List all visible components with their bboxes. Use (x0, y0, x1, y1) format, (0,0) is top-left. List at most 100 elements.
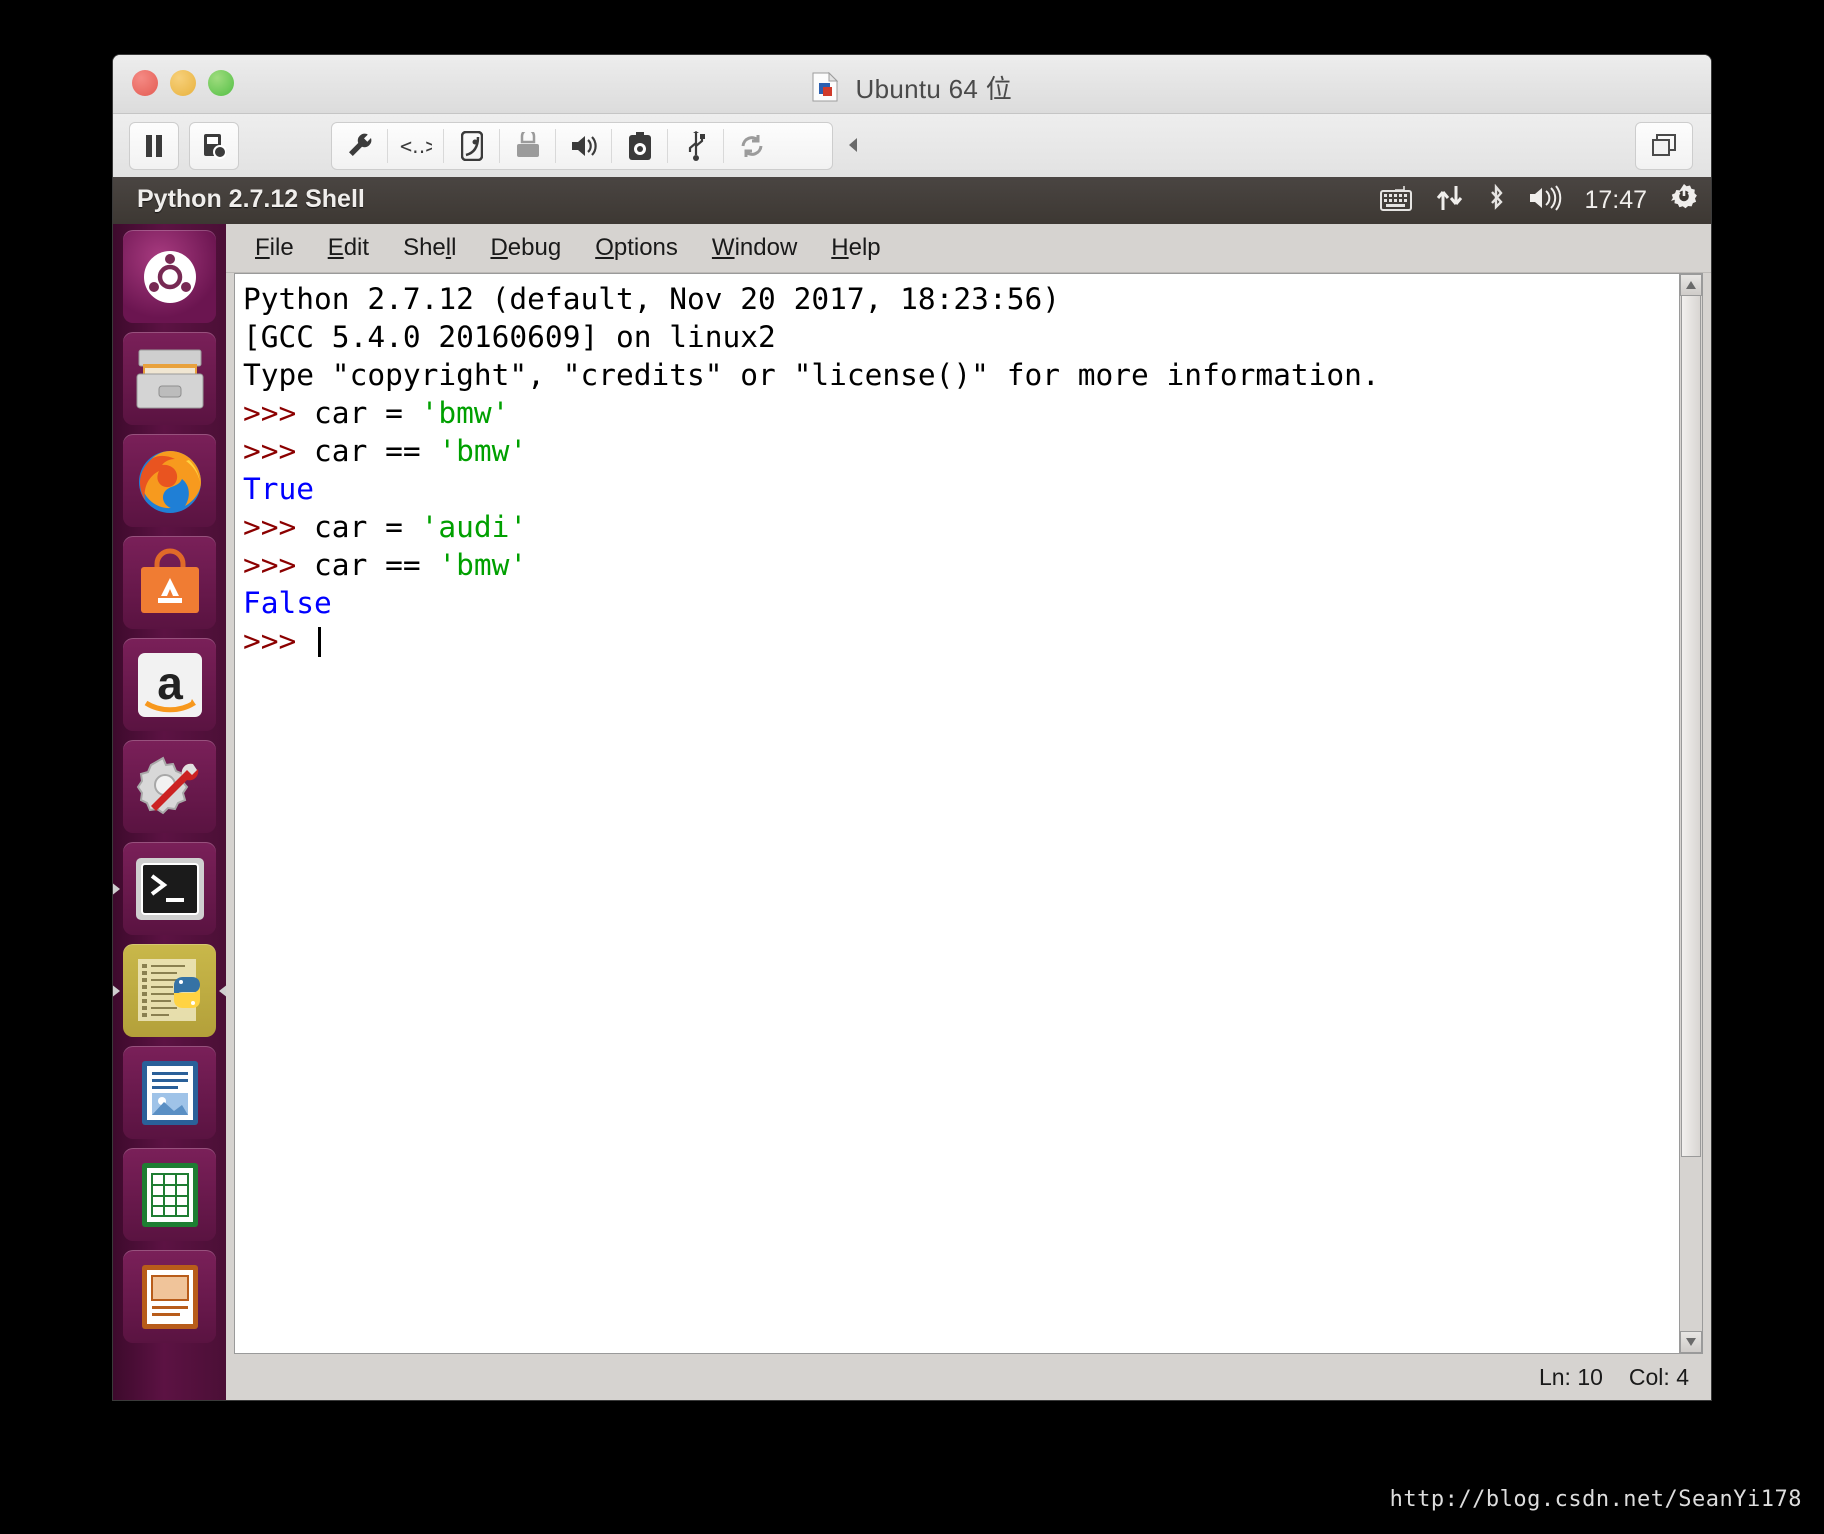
shell-span-string: 'bmw' (438, 434, 528, 468)
bluetooth-icon[interactable] (1486, 183, 1506, 217)
sidebar-item-idle-python[interactable] (113, 944, 228, 1037)
shell-span-plain: [GCC 5.4.0 20160609] on linux2 (243, 320, 776, 354)
ubuntu-guest-screen: Python 2.7.12 Shell 17:47 a File Edit Sh… (113, 177, 1711, 1400)
software-bag-icon (140, 548, 199, 613)
shell-line: >>> car = 'audi' (243, 508, 1681, 546)
menu-item-options[interactable]: Options (584, 230, 689, 266)
amazon-a-icon: a (137, 652, 202, 717)
panel-clock[interactable]: 17:47 (1584, 186, 1647, 215)
idle-status-bar: Ln: 10 Col: 4 (226, 1354, 1711, 1400)
sidebar-item-firefox[interactable] (123, 434, 216, 527)
vm-document-icon (812, 71, 839, 109)
shell-span-string: 'audi' (420, 510, 528, 544)
shell-span-prompt: >>> (243, 434, 315, 468)
scroll-down-arrow-icon[interactable] (1680, 1331, 1702, 1353)
watermark-text: http://blog.csdn.net/SeanYi178 (1389, 1487, 1802, 1512)
svg-text:a: a (157, 657, 183, 709)
python-idle-icon (137, 958, 200, 1021)
file-cabinet-icon (136, 349, 203, 408)
menu-item-edit[interactable]: Edit (317, 230, 380, 266)
text-cursor (318, 627, 322, 657)
camera-icon[interactable] (612, 131, 667, 161)
sidebar-item-amazon[interactable]: a (123, 638, 216, 731)
shell-line: Type "copyright", "credits" or "license(… (243, 356, 1681, 394)
vm-title-text: Ubuntu 64 位 (855, 74, 1013, 104)
shell-line: >>> car == 'bmw' (243, 546, 1681, 584)
panel-window-title: Python 2.7.12 Shell (137, 185, 365, 213)
scrollbar-thumb[interactable] (1681, 295, 1701, 1157)
sidebar-item-libreoffice-writer[interactable] (123, 1046, 216, 1139)
shell-line: True (243, 470, 1681, 508)
ubuntu-logo-icon (143, 250, 196, 303)
menu-item-window[interactable]: Window (701, 230, 808, 266)
gear-wrench-icon (136, 756, 198, 814)
impress-doc-icon (141, 1264, 198, 1329)
snapshot-icon[interactable] (189, 122, 239, 170)
vertical-scrollbar[interactable] (1679, 273, 1703, 1354)
harddisk-icon[interactable] (444, 131, 499, 161)
shell-line: [GCC 5.4.0 20160609] on linux2 (243, 318, 1681, 356)
shell-span-prompt: >>> (243, 624, 315, 658)
pause-icon[interactable] (129, 122, 179, 170)
status-column-number: Col: 4 (1628, 1363, 1689, 1390)
sidebar-item-ubuntu-dash[interactable] (123, 230, 216, 323)
sidebar-item-libreoffice-impress[interactable] (123, 1250, 216, 1343)
shell-line: False (243, 584, 1681, 622)
sidebar-item-libreoffice-calc[interactable] (123, 1148, 216, 1241)
sync-icon[interactable] (724, 132, 779, 160)
shell-span-keyword: True (243, 472, 315, 506)
scroll-up-arrow-icon[interactable] (1680, 274, 1702, 296)
usb-icon[interactable] (668, 131, 723, 161)
volume-icon[interactable] (1528, 185, 1562, 216)
shell-span-plain: Type "copyright", "credits" or "license(… (243, 358, 1380, 392)
sound-icon[interactable] (556, 132, 611, 160)
network-icon[interactable]: <‥> (388, 133, 443, 159)
printer-icon[interactable] (500, 132, 555, 160)
shell-span-string: 'bmw' (438, 548, 528, 582)
shell-span-prompt: >>> (243, 396, 315, 430)
unity-view-icon[interactable] (1635, 122, 1693, 170)
shell-line: Python 2.7.12 (default, Nov 20 2017, 18:… (243, 280, 1681, 318)
vmware-device-toolbar: <‥> (331, 122, 833, 170)
shell-span-prompt: >>> (243, 510, 315, 544)
calc-doc-icon (141, 1162, 198, 1227)
sidebar-item-terminal[interactable] (113, 842, 216, 935)
panel-indicator-area: 17:47 (1380, 177, 1699, 224)
shell-span-string: 'bmw' (420, 396, 510, 430)
ubuntu-top-panel: Python 2.7.12 Shell 17:47 (113, 177, 1711, 225)
shell-span-plain: Python 2.7.12 (default, Nov 20 2017, 18:… (243, 282, 1060, 316)
sidebar-item-files[interactable] (123, 332, 216, 425)
sidebar-item-system-settings[interactable] (123, 740, 216, 833)
vmware-window-title: Ubuntu 64 位 (113, 69, 1711, 109)
settings-wrench-icon[interactable] (332, 131, 387, 161)
shell-span-prompt: >>> (243, 548, 315, 582)
shell-span-plain: car == (314, 548, 439, 582)
menu-item-debug[interactable]: Debug (479, 230, 572, 266)
status-line-number: Ln: 10 (1538, 1363, 1603, 1390)
keyboard-icon[interactable] (1380, 185, 1414, 216)
network-updown-icon[interactable] (1436, 184, 1464, 217)
menu-item-shell[interactable]: Shell (392, 230, 467, 266)
shell-line: >>> car == 'bmw' (243, 432, 1681, 470)
vmware-toolbar: <‥> (113, 114, 1711, 178)
writer-doc-icon (141, 1060, 198, 1125)
power-gear-icon[interactable] (1669, 183, 1699, 218)
vmware-window: Ubuntu 64 位 <‥> Python 2.7.12 Shell 17:4… (113, 55, 1711, 1400)
menu-item-help[interactable]: Help (820, 230, 891, 266)
vmware-titlebar: Ubuntu 64 位 (113, 55, 1711, 114)
terminal-icon (135, 857, 204, 920)
menu-item-file[interactable]: File (244, 230, 305, 266)
shell-line: >>> (243, 622, 1681, 660)
unity-launcher: a (113, 224, 228, 1400)
svg-text:<‥>: <‥> (400, 134, 432, 158)
idle-shell-window: File Edit Shell Debug Options Window Help Pyth… (226, 224, 1711, 1400)
shell-span-keyword: False (243, 586, 332, 620)
running-indicator-left (113, 881, 120, 896)
shell-span-plain: car = (314, 510, 421, 544)
idle-menubar: File Edit Shell Debug Options Window Help (226, 224, 1711, 273)
shell-line: >>> car = 'bmw' (243, 394, 1681, 432)
collapse-arrow-icon[interactable] (836, 122, 870, 168)
shell-output-area[interactable]: Python 2.7.12 (default, Nov 20 2017, 18:… (234, 273, 1682, 1354)
sidebar-item-ubuntu-software[interactable] (123, 536, 216, 629)
firefox-icon (138, 450, 201, 513)
